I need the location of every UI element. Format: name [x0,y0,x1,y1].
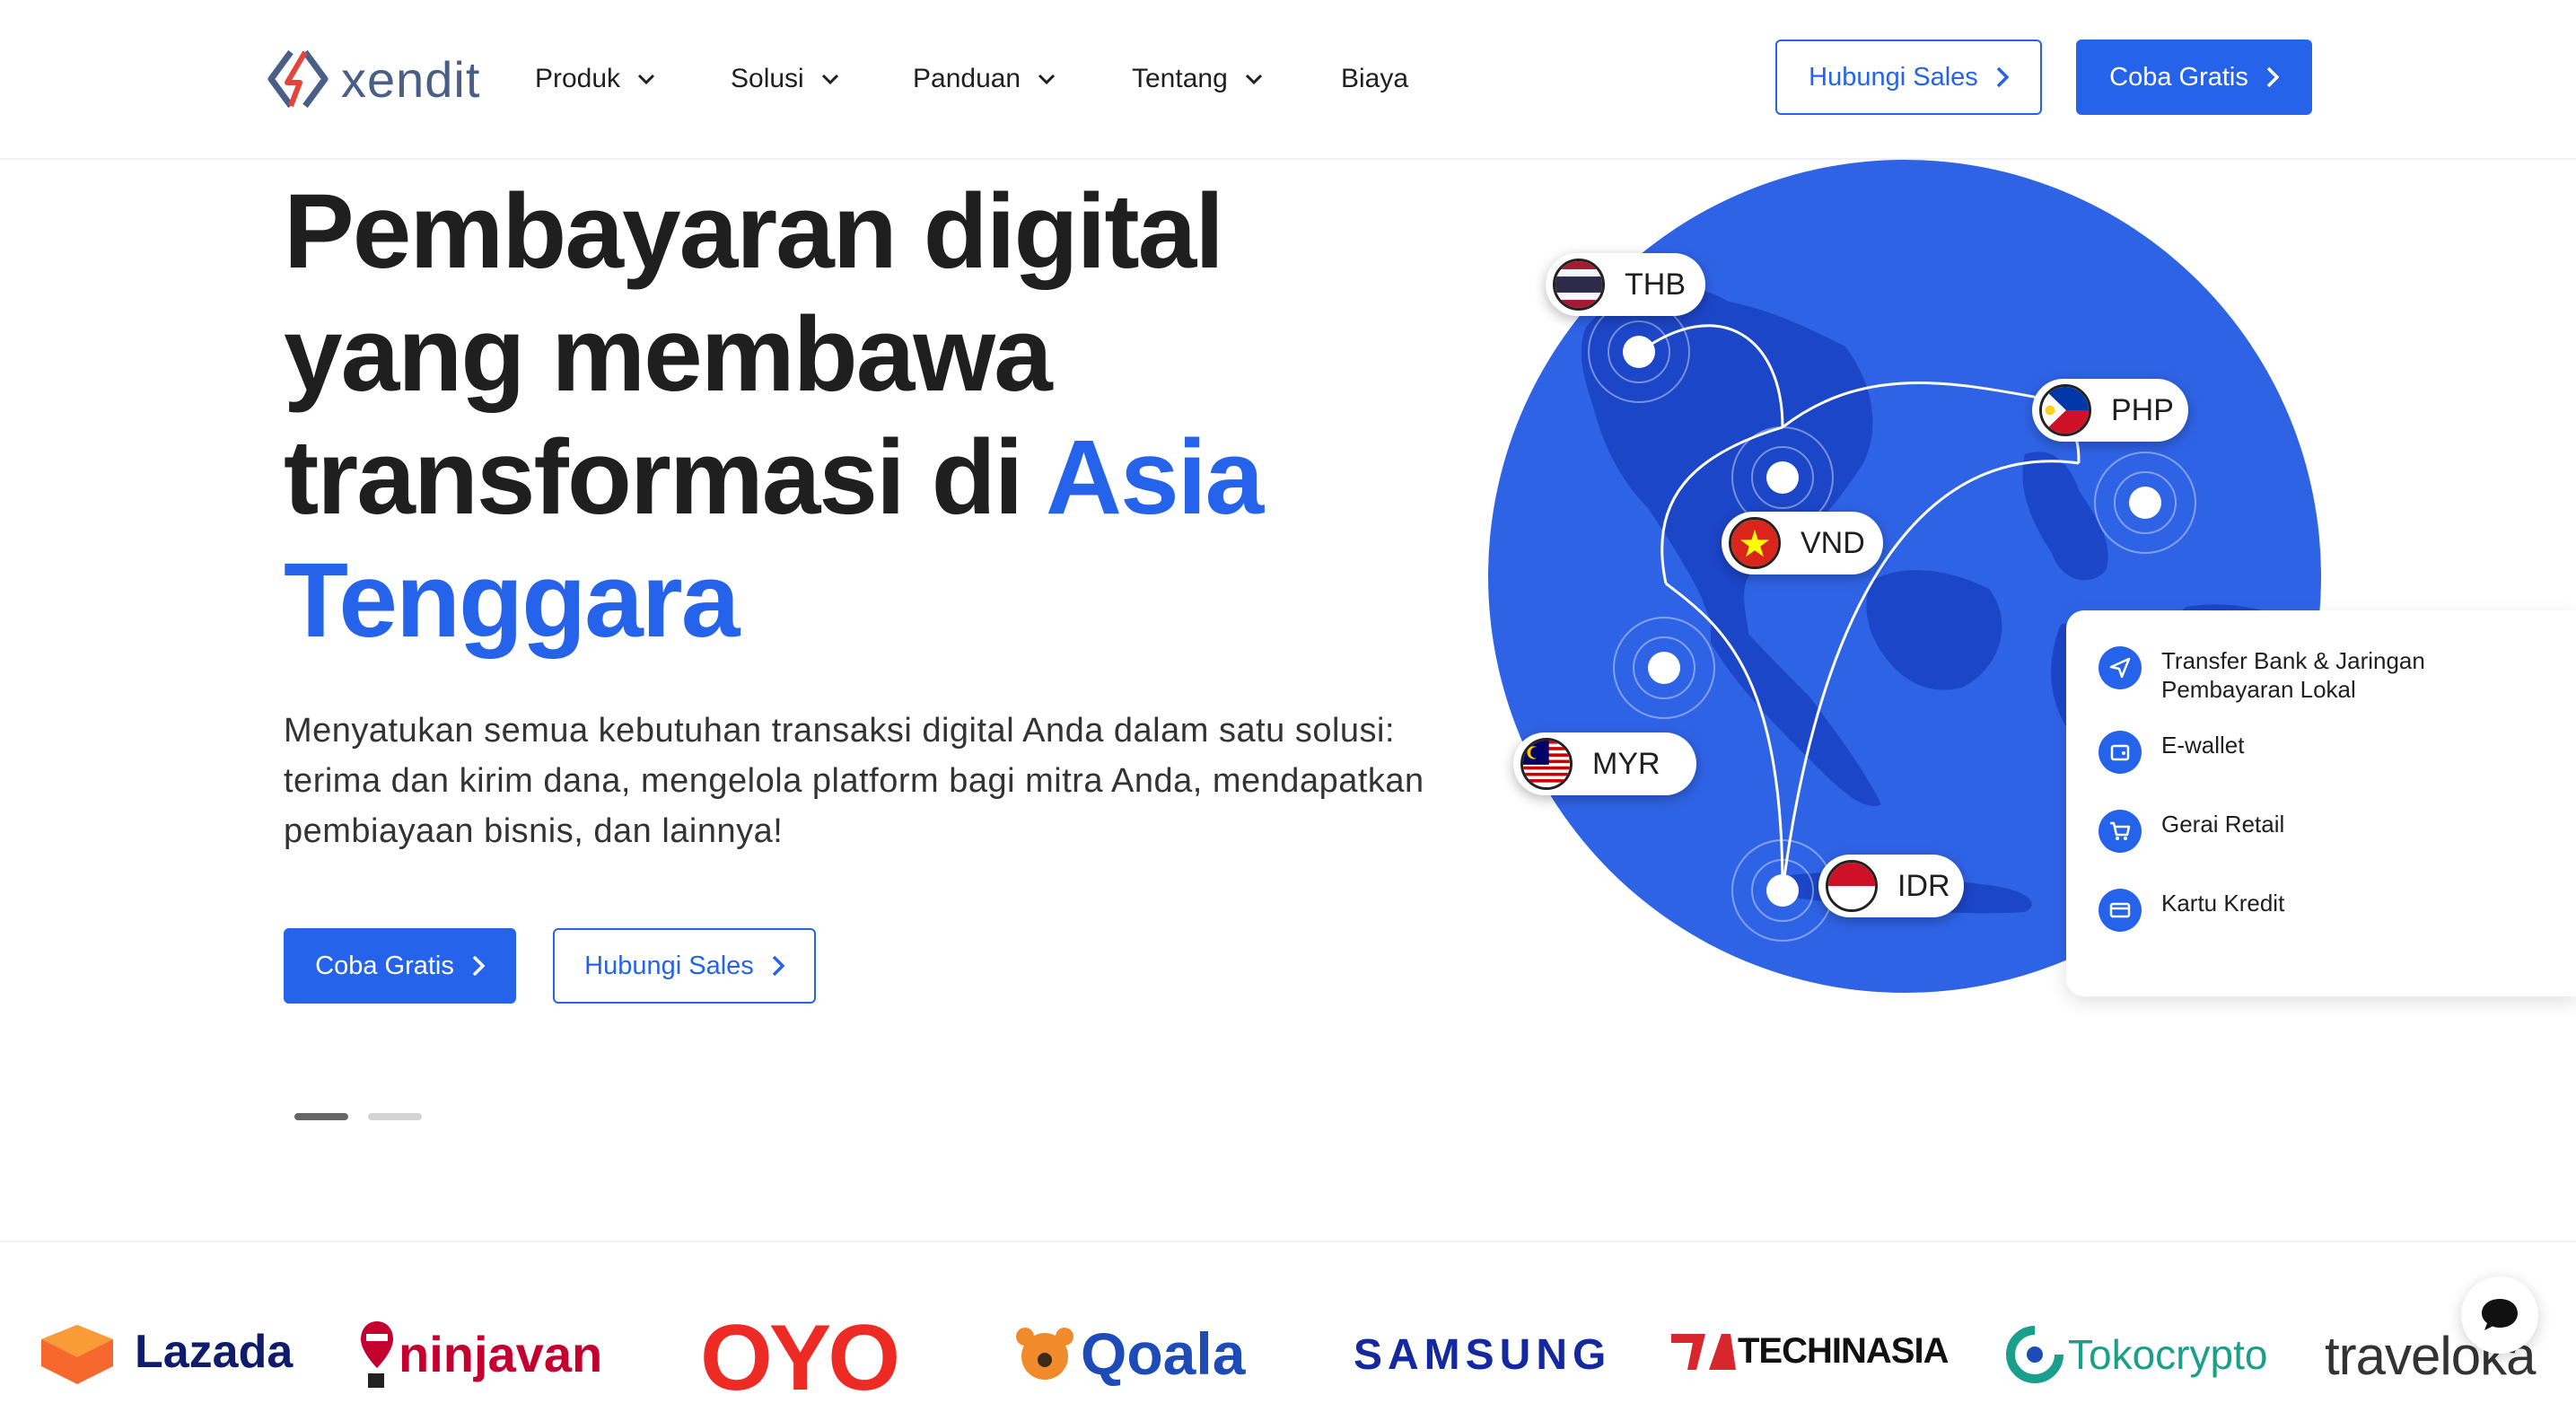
xendit-logo-mark-icon [267,49,329,109]
carousel-indicators [294,1113,442,1120]
chat-widget-button[interactable] [2461,1276,2538,1354]
menu-item-label: Solusi [731,64,804,93]
currency-pill-php: PHP [2032,379,2188,442]
currency-code: IDR [1897,868,1950,903]
brand-name: xendit [341,50,481,108]
partner-name: Tokocrypto [2068,1331,2268,1378]
currency-code: MYR [1592,746,1660,781]
payment-method-retail: Gerai Retail [2098,810,2458,853]
contact-sales-button[interactable]: Hubungi Sales [1775,39,2042,115]
currency-code: VND [1801,525,1865,560]
menu-item-label: Biaya [1341,64,1409,93]
tokocrypto-mark-icon [2006,1326,2063,1383]
qoala-mascot-icon [1016,1328,1073,1380]
menu-item-label: Tentang [1132,64,1228,93]
oyo-logo: OYO [700,1305,900,1412]
malaysia-flag-icon [1520,738,1573,790]
chevron-down-icon [638,74,655,85]
partner-name: OYO [700,1306,900,1410]
payment-method-label: Kartu Kredit [2161,890,2285,916]
cart-icon [2098,810,2142,853]
payment-methods-card: Transfer Bank & Jaringan Pembayaran Loka… [2066,610,2576,996]
chevron-down-icon [821,74,838,85]
carousel-dot[interactable] [368,1113,422,1120]
partner-logos-strip: Lazada ninjavan OYO Qoala SAMSUNG TECHIN… [0,1241,2576,1410]
wallet-icon [2098,731,2142,774]
techinasia-logo: TECHINASIA [1669,1329,1949,1373]
contact-sales-label: Hubungi Sales [1809,62,1978,92]
samsung-logo: SAMSUNG [1354,1330,1611,1380]
partner-name: SAMSUNG [1354,1331,1612,1379]
menu-item-label: Panduan [913,64,1021,93]
philippines-flag-icon [2039,384,2091,436]
currency-code: PHP [2111,392,2174,427]
hero-title: Pembayaran digital yang membawa transfor… [284,171,1361,662]
payment-method-label: Gerai Retail [2161,811,2285,838]
hero-contact-sales-label: Hubungi Sales [584,951,754,980]
ninjavan-logo: ninjavan [359,1318,602,1390]
hero-description: Menyatukan semua kebutuhan transaksi dig… [284,712,1424,850]
top-navbar: xendit Produk Solusi Panduan Tentang Bia… [0,0,2576,160]
currency-pill-idr: IDR [1818,855,1964,917]
lazada-heart-icon [41,1325,113,1384]
hero-try-free-label: Coba Gratis [315,951,454,980]
tokocrypto-logo: Tokocrypto [2005,1325,2267,1384]
menu-item-produk[interactable]: Produk [535,64,731,94]
currency-pill-vnd: VND [1722,512,1883,574]
menu-item-biaya[interactable]: Biaya [1341,64,1408,94]
currency-pill-thb: THB [1546,253,1705,316]
chat-bubble-icon [2482,1299,2518,1330]
ninja-pin-icon [361,1321,393,1388]
hero-title-line-4: Tenggara [284,541,740,660]
hero-try-free-button[interactable]: Coba Gratis [284,928,516,1004]
chevron-right-icon [772,955,784,977]
chevron-down-icon [1038,74,1056,85]
hero-title-accent: Asia [1045,418,1264,537]
vietnam-flag-icon [1729,517,1781,569]
main-menu: Produk Solusi Panduan Tentang Biaya [535,54,1408,104]
card-icon [2098,889,2142,932]
menu-item-panduan[interactable]: Panduan [913,64,1132,94]
try-free-button[interactable]: Coba Gratis [2076,39,2312,115]
currency-pill-myr: MYR [1513,732,1696,795]
hero-title-line-1: Pembayaran digital [284,172,1224,291]
payment-method-credit-card: Kartu Kredit [2098,889,2458,932]
techinasia-mark-icon [1671,1334,1736,1370]
chevron-right-icon [472,955,485,977]
partner-name: TECHINASIA [1738,1330,1949,1371]
menu-item-solusi[interactable]: Solusi [731,64,913,94]
currency-code: THB [1625,267,1686,302]
payment-method-bank-transfer: Transfer Bank & Jaringan Pembayaran Loka… [2098,646,2458,704]
partner-name: Qoala [1081,1320,1246,1387]
menu-item-label: Produk [535,64,621,93]
payment-method-label: Transfer Bank & Jaringan Pembayaran Loka… [2161,647,2425,703]
chevron-down-icon [1245,74,1262,85]
hero-contact-sales-button[interactable]: Hubungi Sales [553,928,816,1004]
partner-name: ninjavan [399,1325,603,1382]
chevron-right-icon [1996,66,2009,88]
carousel-dot-active[interactable] [294,1113,348,1120]
hero-title-plain: transformasi di [284,418,1046,537]
lazada-logo: Lazada [34,1316,293,1388]
qoala-logo: Qoala [1012,1320,1245,1388]
indonesia-flag-icon [1826,860,1878,912]
menu-item-tentang[interactable]: Tentang [1132,64,1341,94]
partner-name: Lazada [135,1326,294,1378]
thailand-flag-icon [1553,259,1605,311]
payment-method-label: E-wallet [2161,732,2245,759]
hero-title-line-3: transformasi di Asia [284,417,1361,539]
hero-title-line-2: yang membawa [284,295,1053,414]
chevron-right-icon [2266,66,2279,88]
send-icon [2098,646,2142,689]
try-free-label: Coba Gratis [2109,62,2248,92]
payment-method-ewallet: E-wallet [2098,731,2458,774]
xendit-logo[interactable]: xendit [266,43,480,115]
